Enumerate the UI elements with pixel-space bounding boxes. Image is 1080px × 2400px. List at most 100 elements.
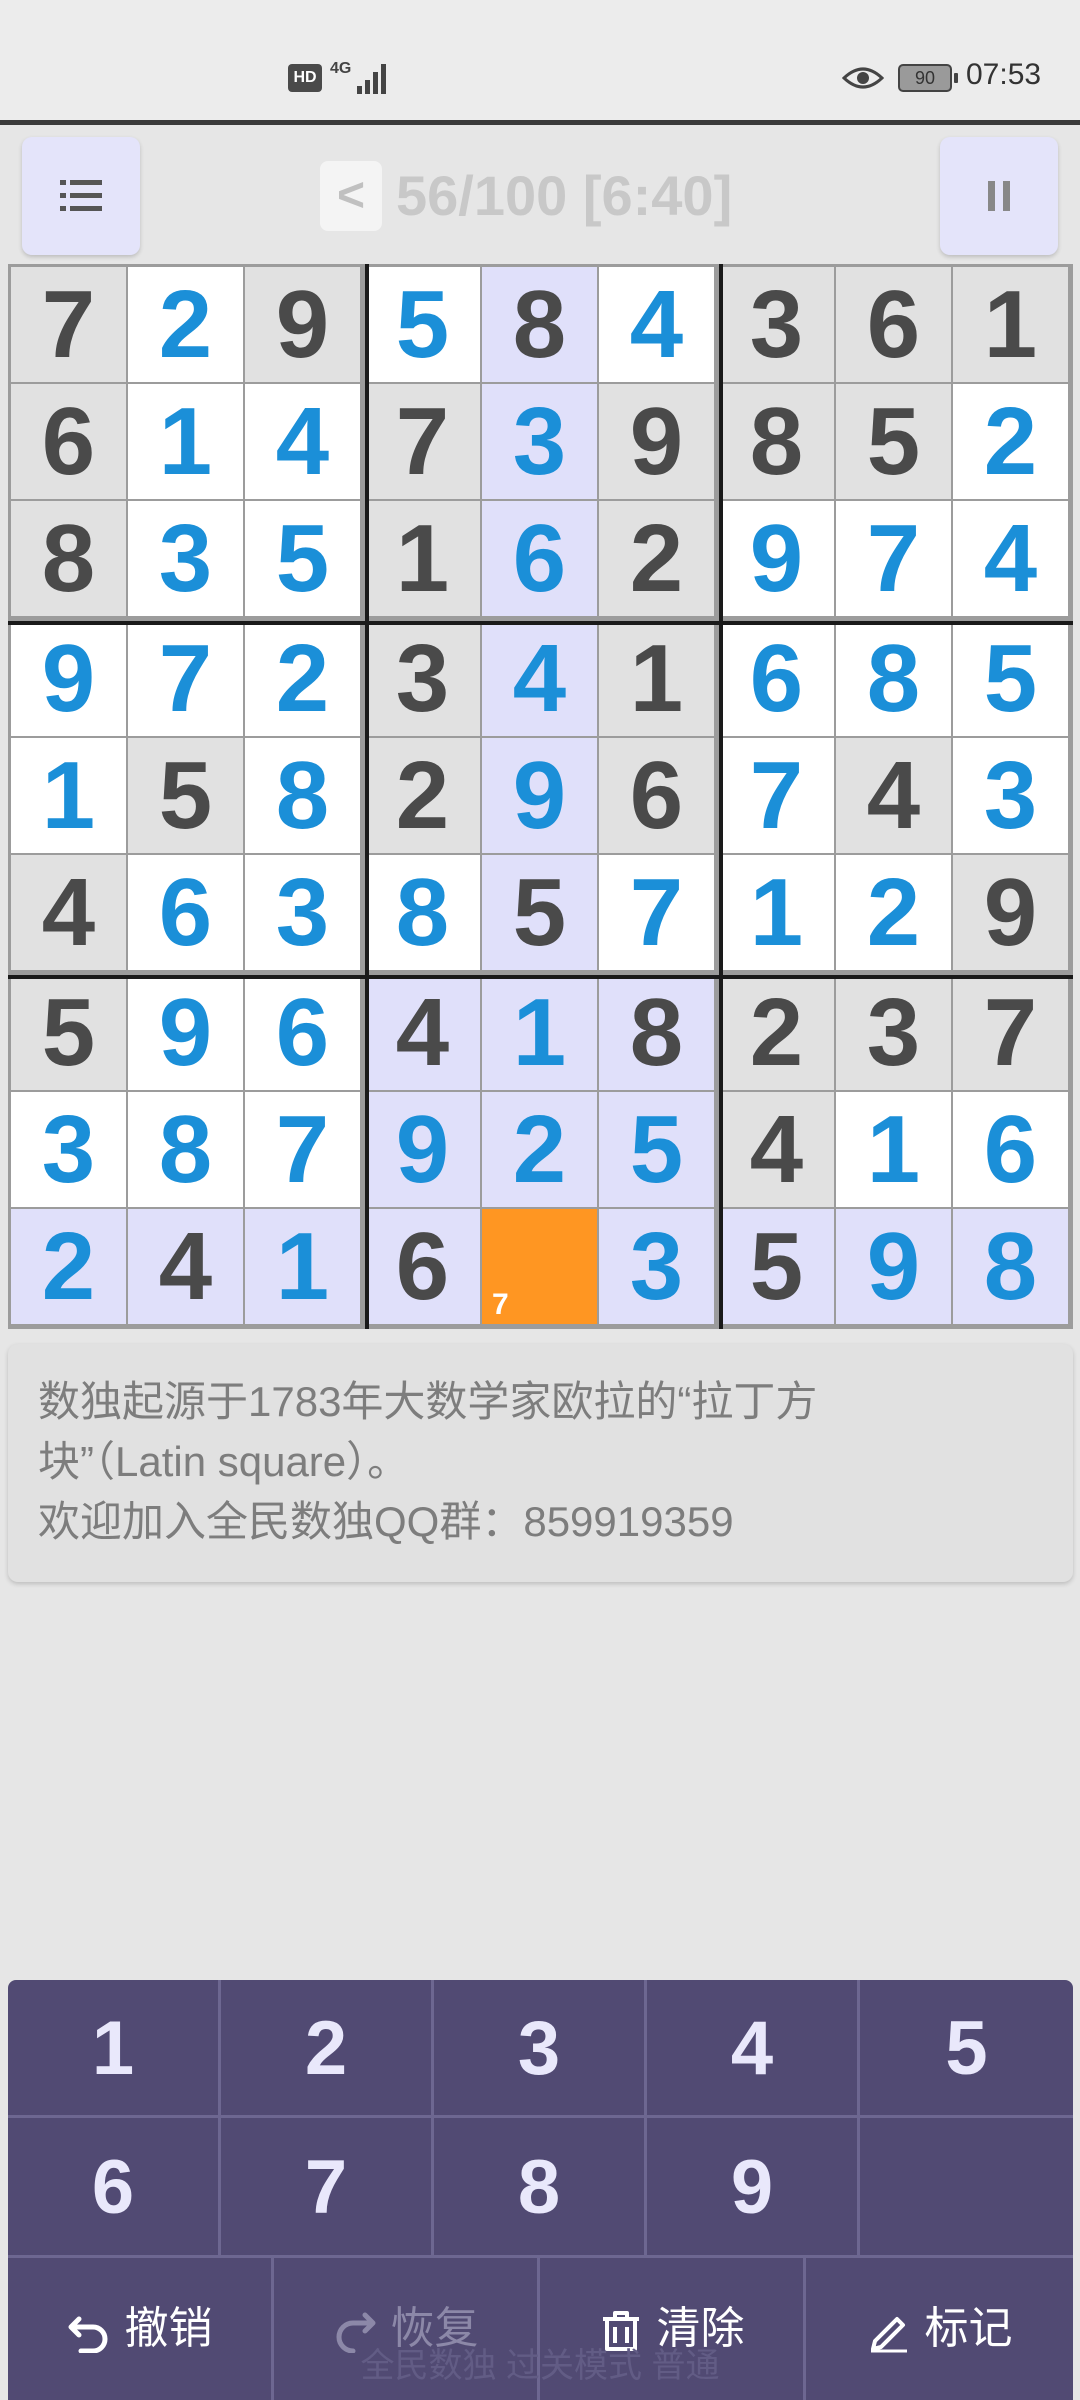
sudoku-cell[interactable]: 4 [365, 975, 480, 1090]
sudoku-cell[interactable]: 1 [128, 384, 243, 499]
sudoku-cell[interactable]: 2 [953, 384, 1068, 499]
sudoku-cell[interactable]: 6 [482, 501, 597, 616]
sudoku-cell[interactable]: 6 [365, 1209, 480, 1324]
sudoku-cell[interactable]: 5 [245, 501, 360, 616]
sudoku-cell[interactable]: 4 [599, 267, 714, 382]
sudoku-cell[interactable]: 7 [599, 855, 714, 970]
sudoku-cell[interactable]: 8 [953, 1209, 1068, 1324]
pause-button[interactable] [940, 137, 1058, 255]
sudoku-cell[interactable]: 3 [128, 501, 243, 616]
sudoku-cell[interactable]: 9 [719, 501, 834, 616]
box-divider-horizontal [8, 621, 1073, 625]
sudoku-cell[interactable]: 1 [11, 738, 126, 853]
sudoku-cell[interactable]: 3 [599, 1209, 714, 1324]
sudoku-cell[interactable]: 6 [245, 975, 360, 1090]
key-5[interactable]: 5 [860, 1980, 1073, 2118]
sudoku-cell[interactable]: 4 [953, 501, 1068, 616]
box-divider-horizontal [8, 975, 1073, 979]
sudoku-cell[interactable]: 9 [482, 738, 597, 853]
sudoku-cell[interactable]: 1 [836, 1092, 951, 1207]
sudoku-cell[interactable]: 5 [365, 267, 480, 382]
key-7[interactable]: 7 [221, 2118, 434, 2258]
sudoku-cell[interactable]: 5 [482, 855, 597, 970]
sudoku-cell[interactable]: 7 [365, 384, 480, 499]
sudoku-cell[interactable]: 4 [11, 855, 126, 970]
sudoku-cell[interactable]: 4 [719, 1092, 834, 1207]
sudoku-cell[interactable]: 2 [365, 738, 480, 853]
sudoku-cell[interactable]: 6 [599, 738, 714, 853]
key-3[interactable]: 3 [434, 1980, 647, 2118]
sudoku-cell[interactable]: 2 [482, 1092, 597, 1207]
pause-icon [988, 181, 1010, 211]
sudoku-cell[interactable]: 3 [719, 267, 834, 382]
sudoku-cell[interactable]: 4 [836, 738, 951, 853]
sudoku-cell[interactable]: 7 [245, 1092, 360, 1207]
sudoku-cell[interactable]: 5 [836, 384, 951, 499]
sudoku-cell[interactable]: 7 [719, 738, 834, 853]
sudoku-cell[interactable]: 5 [11, 975, 126, 1090]
sudoku-cell[interactable]: 2 [836, 855, 951, 970]
sudoku-cell[interactable]: 8 [599, 975, 714, 1090]
sudoku-cell[interactable]: 1 [482, 975, 597, 1090]
sudoku-cell[interactable]: 5 [719, 1209, 834, 1324]
sudoku-cell[interactable]: 3 [482, 384, 597, 499]
sudoku-cell[interactable]: 3 [365, 621, 480, 736]
sudoku-cell[interactable]: 8 [11, 501, 126, 616]
sudoku-cell[interactable]: 9 [245, 267, 360, 382]
sudoku-cell[interactable]: 7 [482, 1209, 597, 1324]
key-1[interactable]: 1 [8, 1980, 221, 2118]
key-2[interactable]: 2 [221, 1980, 434, 2118]
sudoku-cell[interactable]: 2 [128, 267, 243, 382]
sudoku-cell[interactable]: 9 [836, 1209, 951, 1324]
key-empty [860, 2118, 1073, 2258]
sudoku-cell[interactable]: 1 [245, 1209, 360, 1324]
sudoku-cell[interactable]: 2 [11, 1209, 126, 1324]
sudoku-cell[interactable]: 4 [128, 1209, 243, 1324]
sudoku-cell[interactable]: 7 [11, 267, 126, 382]
sudoku-cell[interactable]: 8 [128, 1092, 243, 1207]
sudoku-cell[interactable]: 3 [245, 855, 360, 970]
sudoku-cell[interactable]: 3 [836, 975, 951, 1090]
sudoku-cell[interactable]: 9 [599, 384, 714, 499]
key-4[interactable]: 4 [647, 1980, 860, 2118]
key-6[interactable]: 6 [8, 2118, 221, 2258]
previous-level-button[interactable]: < [320, 161, 382, 231]
sudoku-cell[interactable]: 3 [953, 738, 1068, 853]
sudoku-cell[interactable]: 5 [599, 1092, 714, 1207]
sudoku-cell[interactable]: 8 [365, 855, 480, 970]
sudoku-cell[interactable]: 5 [953, 621, 1068, 736]
sudoku-cell[interactable]: 7 [128, 621, 243, 736]
sudoku-cell[interactable]: 9 [365, 1092, 480, 1207]
sudoku-cell[interactable]: 8 [719, 384, 834, 499]
sudoku-cell[interactable]: 5 [128, 738, 243, 853]
sudoku-grid: 7295843616147398528351629749723416851582… [8, 264, 1073, 1329]
eye-icon [842, 67, 884, 89]
sudoku-cell[interactable]: 9 [128, 975, 243, 1090]
sudoku-cell[interactable]: 8 [482, 267, 597, 382]
sudoku-cell[interactable]: 9 [953, 855, 1068, 970]
sudoku-cell[interactable]: 2 [599, 501, 714, 616]
sudoku-cell[interactable]: 8 [245, 738, 360, 853]
sudoku-cell[interactable]: 6 [836, 267, 951, 382]
sudoku-cell[interactable]: 9 [11, 621, 126, 736]
sudoku-cell[interactable]: 1 [599, 621, 714, 736]
key-8[interactable]: 8 [434, 2118, 647, 2258]
sudoku-cell[interactable]: 4 [482, 621, 597, 736]
sudoku-cell[interactable]: 6 [11, 384, 126, 499]
menu-button[interactable] [22, 137, 140, 255]
sudoku-cell[interactable]: 8 [836, 621, 951, 736]
sudoku-cell[interactable]: 6 [719, 621, 834, 736]
sudoku-cell[interactable]: 7 [836, 501, 951, 616]
sudoku-cell[interactable]: 2 [719, 975, 834, 1090]
sudoku-cell[interactable]: 2 [245, 621, 360, 736]
sudoku-cell[interactable]: 3 [11, 1092, 126, 1207]
sudoku-cell[interactable]: 1 [719, 855, 834, 970]
key-9[interactable]: 9 [647, 2118, 860, 2258]
sudoku-cell[interactable]: 1 [953, 267, 1068, 382]
sudoku-cell[interactable]: 6 [953, 1092, 1068, 1207]
sudoku-cell[interactable]: 1 [365, 501, 480, 616]
sudoku-cell[interactable]: 4 [245, 384, 360, 499]
number-keypad: 1 2 3 4 5 6 7 8 9 撤销 恢复 清除 标记 [8, 1980, 1073, 2400]
sudoku-cell[interactable]: 6 [128, 855, 243, 970]
sudoku-cell[interactable]: 7 [953, 975, 1068, 1090]
